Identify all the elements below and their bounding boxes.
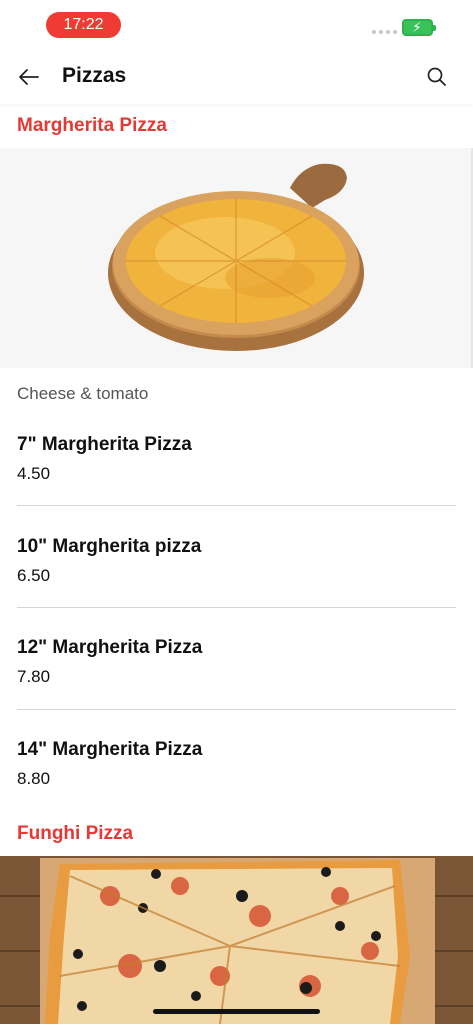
divider xyxy=(17,709,456,710)
item-price: 6.50 xyxy=(17,566,51,585)
arrow-left-icon xyxy=(19,69,39,85)
item-price: 7.80 xyxy=(17,667,51,686)
search-icon xyxy=(427,67,446,86)
status-time: 17:22 xyxy=(46,12,121,38)
menu-item[interactable]: 7" Margherita Pizza 4.50 xyxy=(17,434,456,536)
divider xyxy=(17,607,456,608)
item-price: 4.50 xyxy=(17,464,51,483)
section-title-margherita: Margherita Pizza xyxy=(17,115,167,136)
search-button[interactable] xyxy=(420,60,454,94)
section-description: Cheese & tomato xyxy=(17,384,149,403)
divider xyxy=(17,505,456,506)
margherita-pizza-image xyxy=(0,148,473,368)
item-name: 14" Margherita Pizza xyxy=(17,739,203,760)
item-price: 8.80 xyxy=(17,769,51,788)
item-name: 12" Margherita Pizza xyxy=(17,637,203,658)
app-header: Pizzas xyxy=(0,50,473,104)
battery-charging-icon: ⚡ xyxy=(402,19,436,36)
signal-icon xyxy=(372,30,397,34)
page-title: Pizzas xyxy=(62,64,127,87)
section-title-funghi: Funghi Pizza xyxy=(17,823,134,844)
menu-item[interactable]: 10" Margherita pizza 6.50 xyxy=(17,536,456,638)
funghi-pizza-image xyxy=(0,856,473,1024)
item-name: 7" Margherita Pizza xyxy=(17,434,192,455)
item-name: 10" Margherita pizza xyxy=(17,536,202,557)
menu-item[interactable]: 12" Margherita Pizza 7.80 xyxy=(17,637,456,739)
status-bar: 17:22 ⚡ xyxy=(0,0,473,50)
home-indicator xyxy=(153,1009,320,1014)
back-button[interactable] xyxy=(12,60,46,94)
